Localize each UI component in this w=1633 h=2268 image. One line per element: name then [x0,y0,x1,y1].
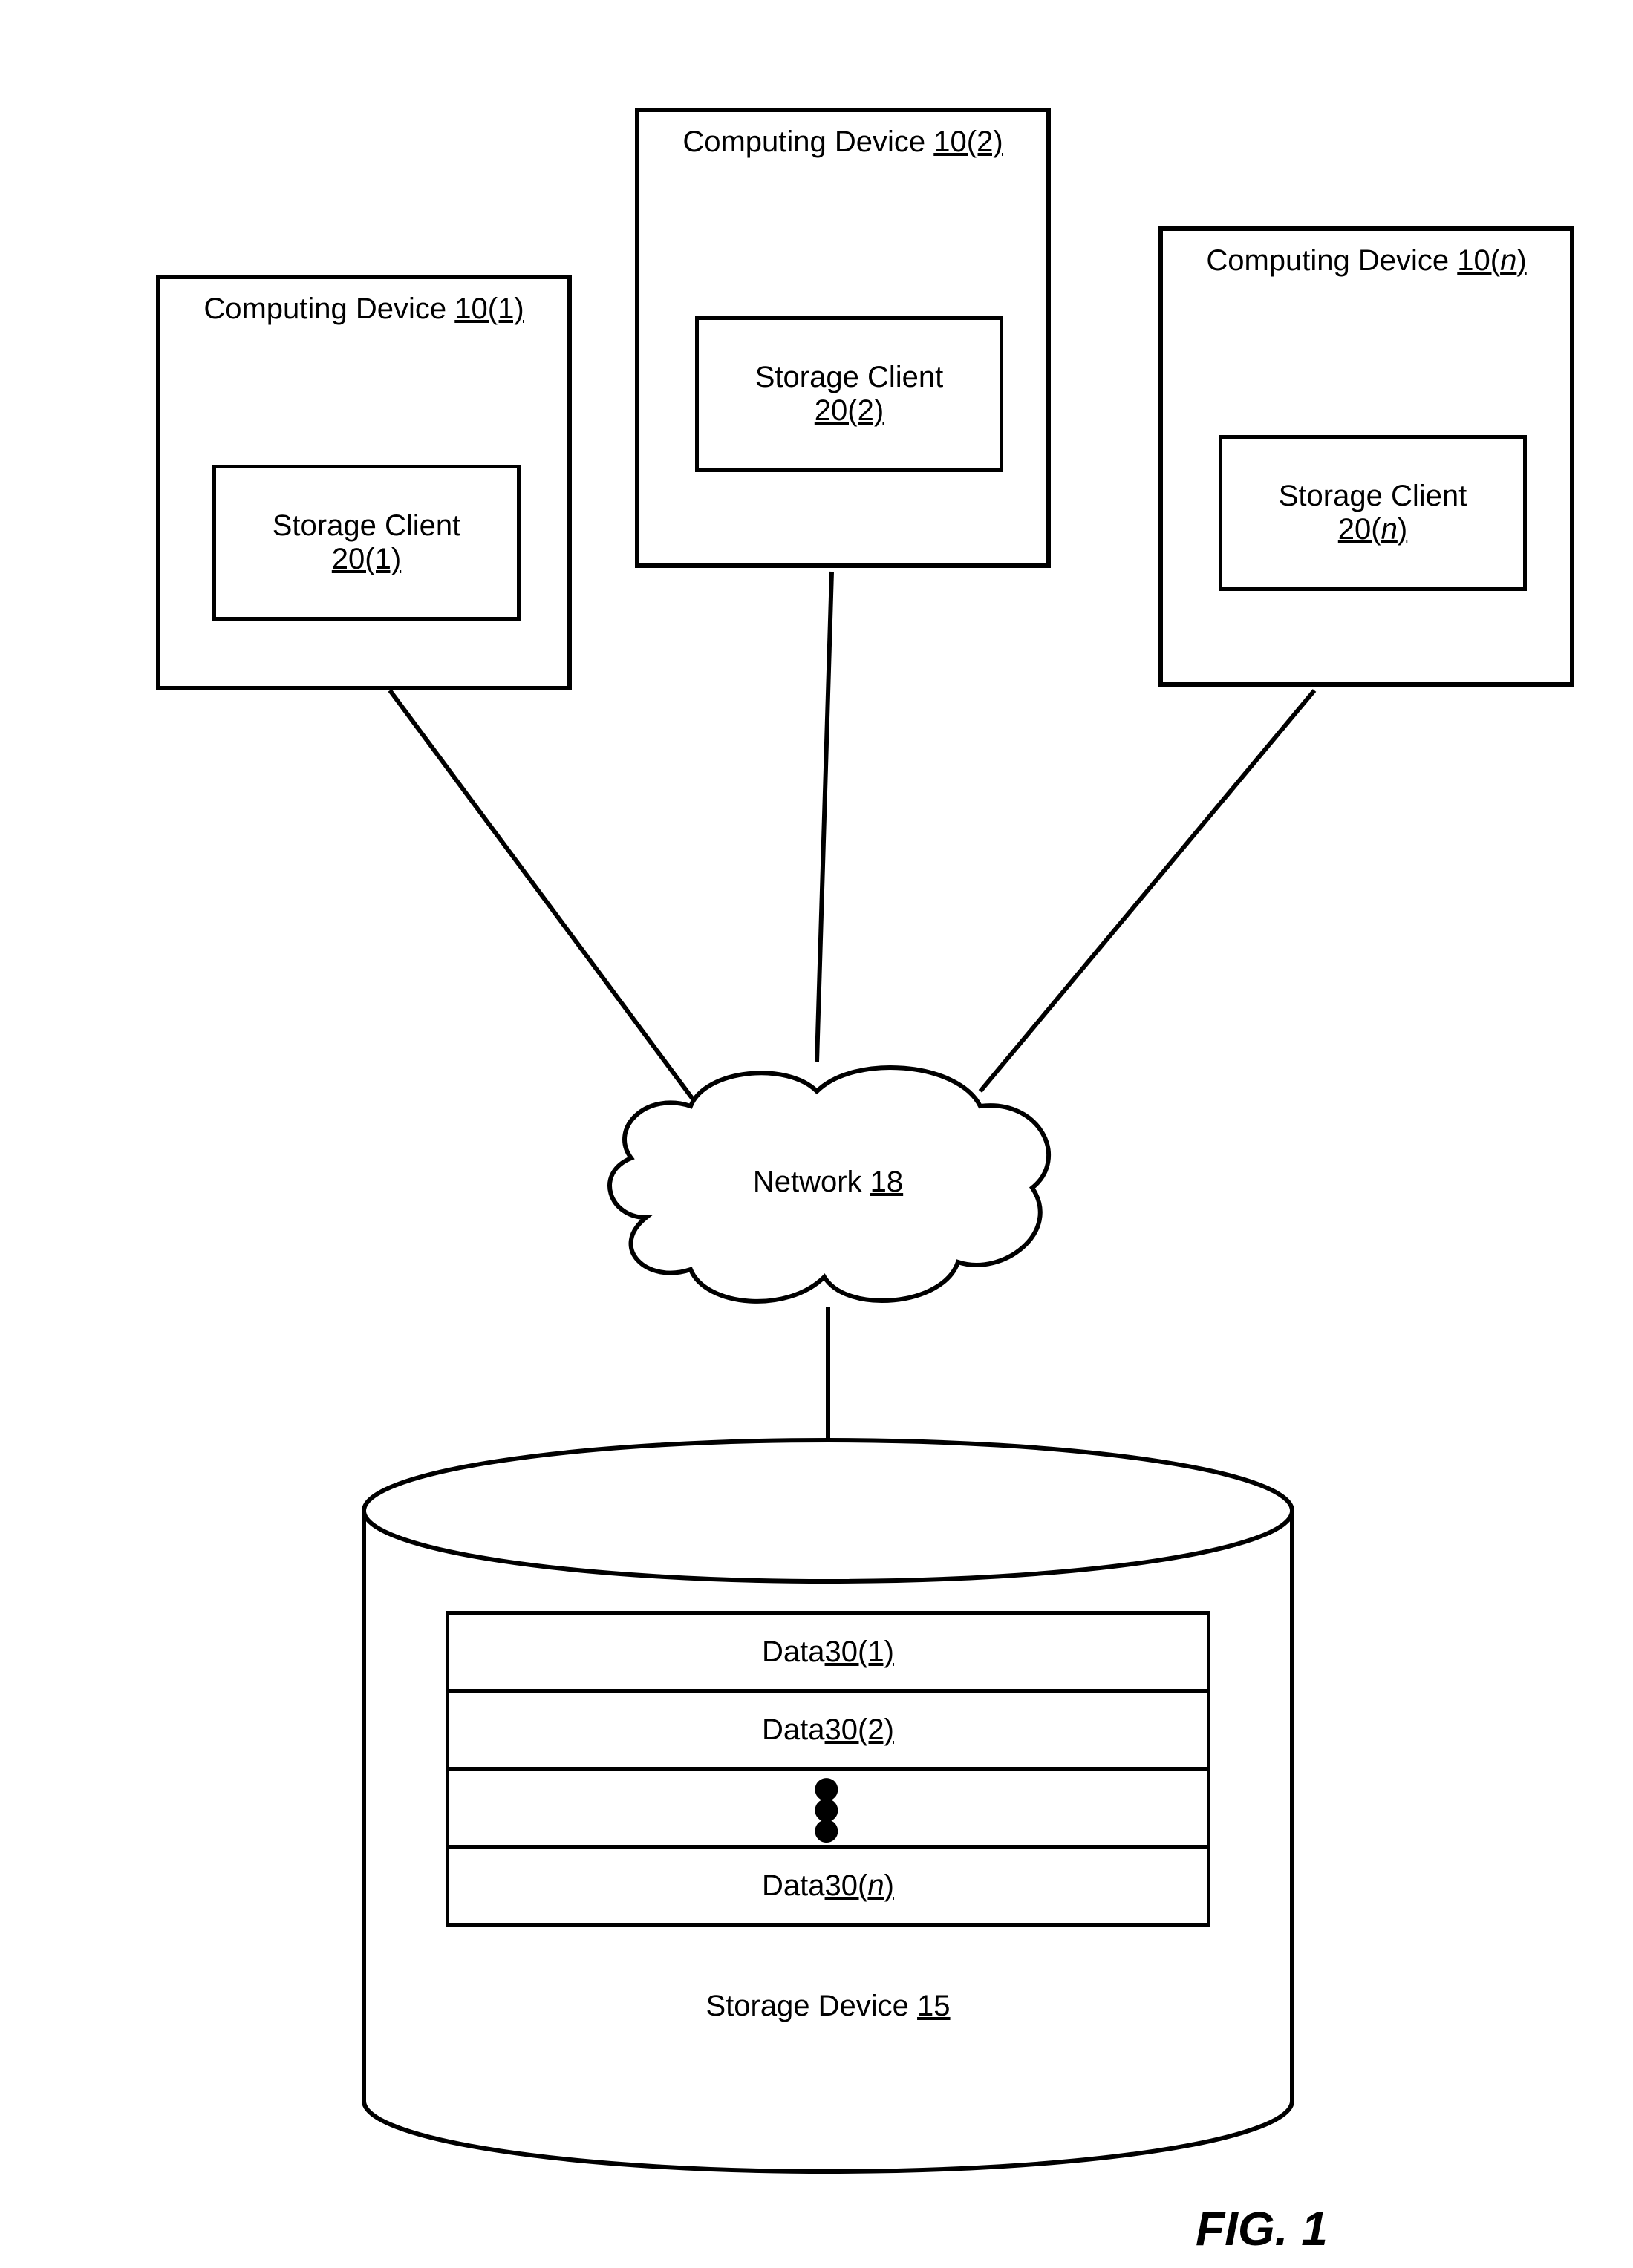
title-text: Computing Device [203,293,454,325]
network-label-text: Network [753,1166,870,1198]
computing-device-1: Computing Device 10(1) Storage Client 20… [156,275,572,690]
storage-client-1-label: Storage Client [273,509,460,543]
computing-device-n-title: Computing Device 10(n) [1163,244,1570,278]
data-row-ref: 30(n) [825,1869,894,1903]
network-label: Network 18 [743,1166,913,1199]
title-text: Computing Device [1206,244,1457,277]
data-row-ellipsis: ●●● [446,1767,1210,1849]
computing-device-2-title: Computing Device 10(2) [639,125,1046,159]
storage-client-1-ref: 20(1) [332,543,401,576]
data-row-ref: 30(2) [825,1713,894,1747]
storage-client-n-ref: 20(n) [1338,513,1407,546]
network-ref: 18 [870,1166,904,1198]
storage-device-ref: 15 [917,1990,951,2022]
title-ref: 10(2) [933,125,1003,158]
storage-client-2-label: Storage Client [755,361,943,394]
storage-client-n-label: Storage Client [1279,480,1467,513]
data-row-prefix: Data [762,1713,825,1747]
figure-label: FIG. 1 [1196,2201,1328,2256]
storage-client-n: Storage Client 20(n) [1219,435,1527,591]
computing-device-2: Computing Device 10(2) Storage Client 20… [635,108,1051,568]
title-ref: 10(n) [1457,244,1526,277]
page-root: Computing Device 10(1) Storage Client 20… [0,0,1633,2268]
data-row-prefix: Data [762,1635,825,1669]
storage-client-2-ref: 20(2) [815,394,884,428]
data-row-n: Data 30(n) [446,1845,1210,1927]
computing-device-1-title: Computing Device 10(1) [160,293,567,326]
storage-device-label-text: Storage Device [705,1990,917,2022]
computing-device-n: Computing Device 10(n) Storage Client 20… [1158,226,1574,687]
title-ref: 10(1) [454,293,524,325]
storage-device-label: Storage Device 15 [668,1990,988,2023]
storage-client-2: Storage Client 20(2) [695,316,1003,472]
data-row-prefix: Data [762,1869,825,1903]
vertical-ellipsis-icon: ●●● [810,1777,846,1839]
storage-client-1: Storage Client 20(1) [212,465,521,621]
title-text: Computing Device [682,125,933,158]
data-row-ref: 30(1) [825,1635,894,1669]
data-row-1: Data 30(1) [446,1611,1210,1693]
